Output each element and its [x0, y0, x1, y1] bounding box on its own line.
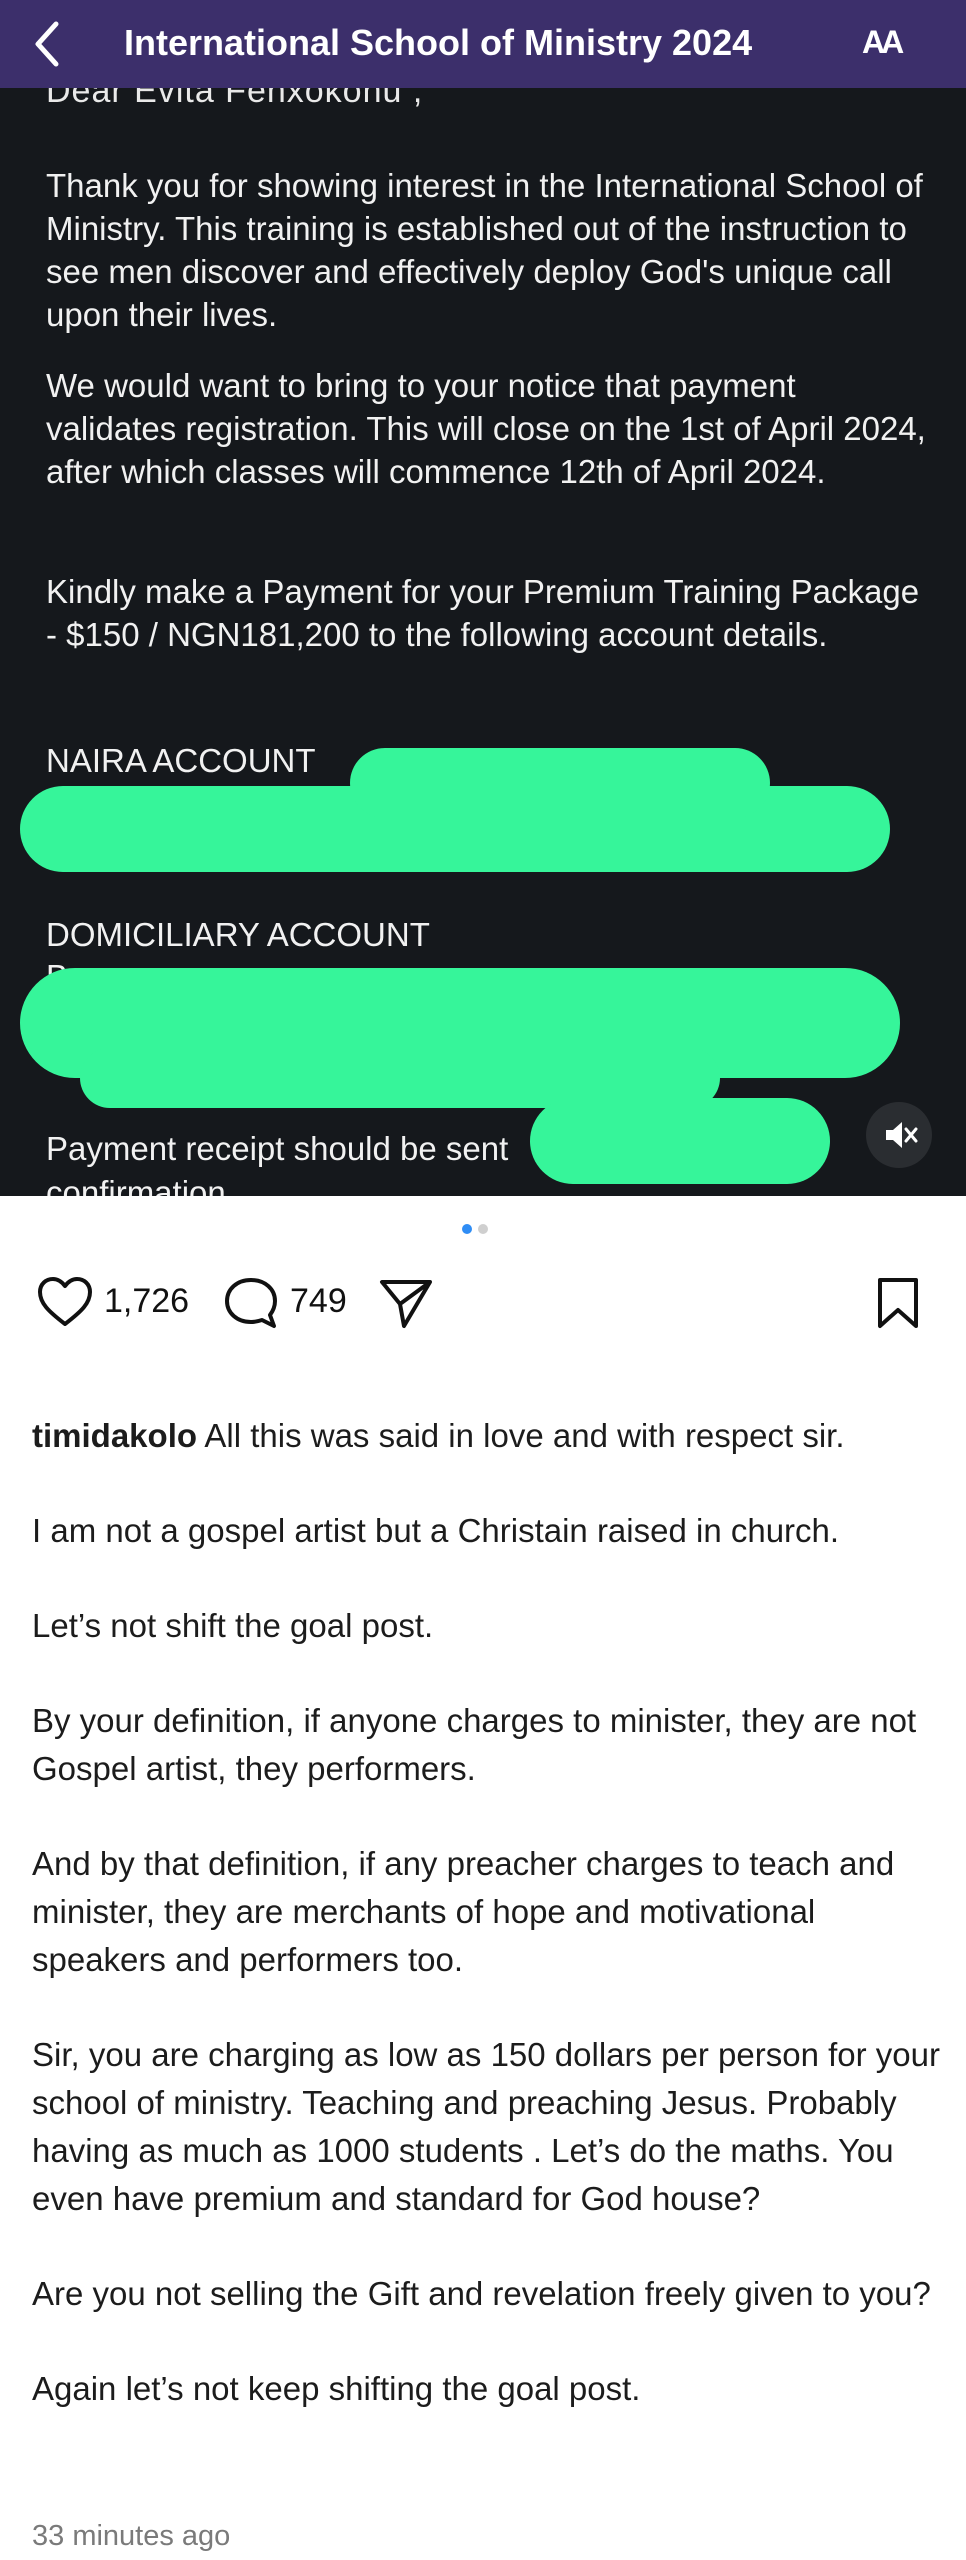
domiciliary-account-label: DOMICILIARY ACCOUNT: [46, 916, 430, 953]
post-actions: 1,726 749: [0, 1268, 966, 1334]
comment-icon[interactable]: [222, 1276, 280, 1335]
caption-paragraph: Again let’s not keep shifting the goal p…: [32, 2370, 641, 2407]
letter-salutation: Dear Evita Fenxokonu ,: [46, 88, 424, 110]
caption-paragraph: Are you not selling the Gift and revelat…: [32, 2275, 931, 2312]
naira-account-label: NAIRA ACCOUNT: [46, 742, 316, 779]
redaction-scribble: [530, 1098, 830, 1184]
mute-toggle-button[interactable]: [866, 1102, 932, 1168]
caption-username[interactable]: timidakolo: [32, 1417, 197, 1454]
bookmark-icon[interactable]: [876, 1276, 920, 1335]
letter-paragraph-2: We would want to bring to your notice th…: [46, 367, 926, 490]
letter-image[interactable]: Dear Evita Fenxokonu , Thank you for sho…: [0, 88, 966, 1196]
carousel-dot-active: [462, 1224, 472, 1234]
header-bar: International School of Ministry 2024 AA: [0, 0, 966, 88]
redaction-scribble: [350, 748, 770, 818]
caption-first-line: timidakolo All this was said in love and…: [32, 1412, 942, 1460]
like-count[interactable]: 1,726: [104, 1282, 189, 1321]
caption-paragraph: I am not a gospel artist but a Christain…: [32, 1512, 840, 1549]
caption-paragraph: And by that definition, if any preacher …: [32, 1845, 895, 1978]
page-title: International School of Ministry 2024: [124, 22, 753, 63]
back-chevron-icon[interactable]: [28, 18, 68, 70]
receipt-line: Payment receipt should be sent: [46, 1130, 509, 1167]
share-icon[interactable]: [378, 1276, 434, 1335]
confirmation-partial: confirmation: [46, 1174, 226, 1196]
heart-icon[interactable]: [36, 1276, 94, 1333]
muted-speaker-icon: [886, 1122, 918, 1148]
post-caption: timidakolo All this was said in love and…: [32, 1412, 942, 2413]
caption-paragraph: By your definition, if anyone charges to…: [32, 1702, 917, 1787]
post-timestamp: 33 minutes ago: [32, 2520, 231, 2552]
carousel-dot: [478, 1224, 488, 1234]
caption-paragraph: Let’s not shift the goal post.: [32, 1607, 434, 1644]
text-size-icon[interactable]: AA: [862, 24, 904, 61]
caption-paragraph: Sir, you are charging as low as 150 doll…: [32, 2036, 940, 2217]
letter-paragraph-3: Kindly make a Payment for your Premium T…: [46, 573, 920, 653]
letter-paragraph-1: Thank you for showing interest in the In…: [46, 167, 923, 333]
caption-first-text: All this was said in love and with respe…: [197, 1417, 845, 1454]
comment-count[interactable]: 749: [290, 1282, 347, 1321]
